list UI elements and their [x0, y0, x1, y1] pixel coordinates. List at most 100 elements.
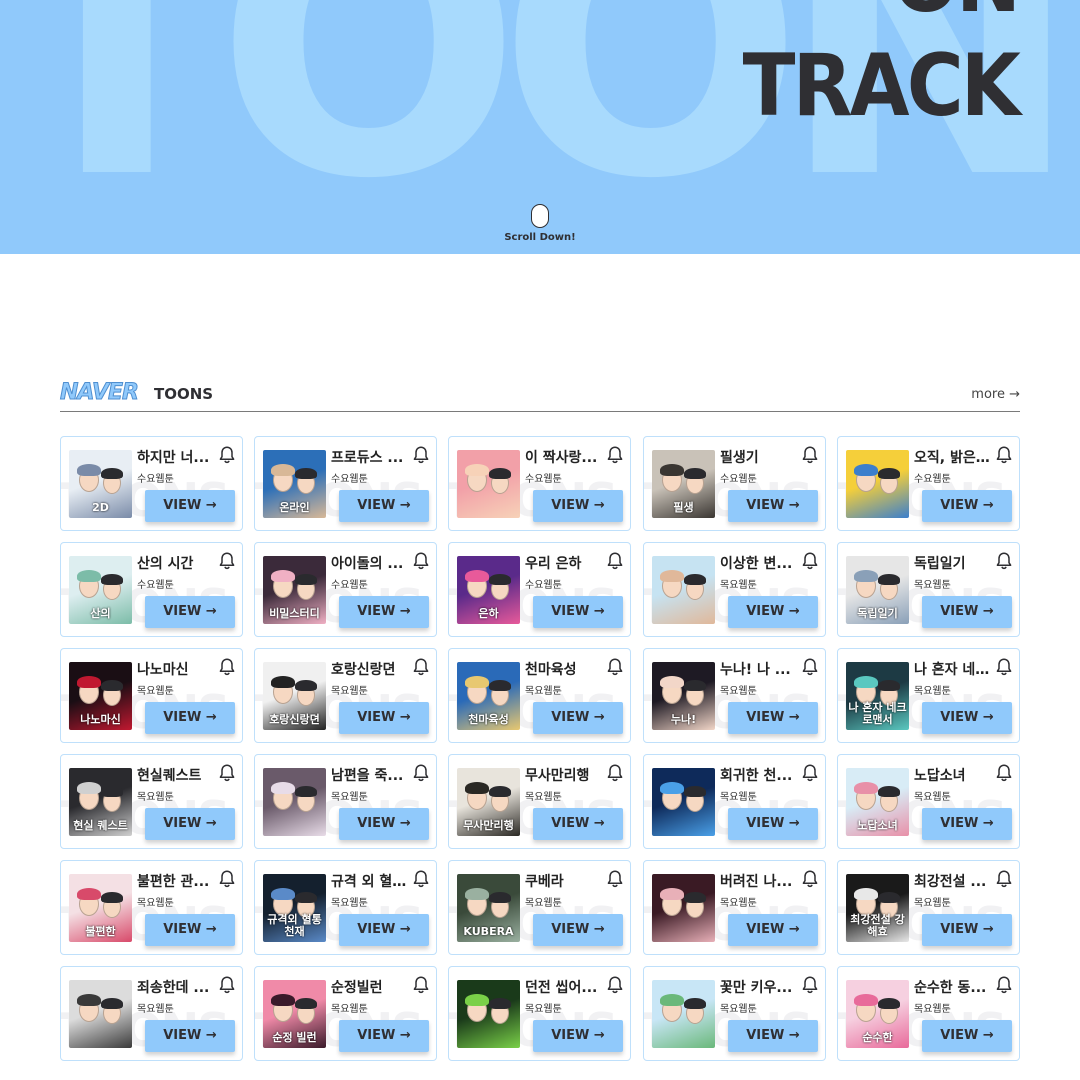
webtoon-card[interactable]: TOONS최강전설 강해효최강전설 ...목요웹툰VIEW →: [837, 860, 1020, 955]
view-button[interactable]: VIEW →: [533, 490, 623, 522]
bell-icon[interactable]: [218, 975, 236, 995]
webtoon-card[interactable]: TOONS노답소녀노답소녀목요웹툰VIEW →: [837, 754, 1020, 849]
bell-icon[interactable]: [801, 763, 819, 783]
bell-icon[interactable]: [606, 869, 624, 889]
view-button[interactable]: VIEW →: [145, 914, 235, 946]
webtoon-thumbnail[interactable]: [652, 874, 715, 942]
bell-icon[interactable]: [801, 445, 819, 465]
bell-icon[interactable]: [412, 763, 430, 783]
webtoon-card[interactable]: TOONS버려진 나...목요웹툰VIEW →: [643, 860, 826, 955]
bell-icon[interactable]: [995, 657, 1013, 677]
bell-icon[interactable]: [412, 657, 430, 677]
view-button[interactable]: VIEW →: [339, 914, 429, 946]
bell-icon[interactable]: [995, 445, 1013, 465]
view-button[interactable]: VIEW →: [922, 914, 1012, 946]
view-button[interactable]: VIEW →: [339, 1020, 429, 1052]
webtoon-thumbnail[interactable]: [457, 450, 520, 518]
webtoon-title[interactable]: 순정빌런: [331, 977, 407, 997]
webtoon-title[interactable]: 독립일기: [914, 553, 990, 573]
view-button[interactable]: VIEW →: [339, 702, 429, 734]
webtoon-title[interactable]: 죄송한데 ...: [137, 977, 213, 997]
webtoon-card[interactable]: TOONS규격외 혈통천재규격 외 혈...목요웹툰VIEW →: [254, 860, 437, 955]
view-button[interactable]: VIEW →: [339, 596, 429, 628]
webtoon-card[interactable]: TOONS비밀스터디아이돌의 ...수요웹툰VIEW →: [254, 542, 437, 637]
view-button[interactable]: VIEW →: [922, 1020, 1012, 1052]
webtoon-thumbnail[interactable]: 산의: [69, 556, 132, 624]
bell-icon[interactable]: [218, 657, 236, 677]
view-button[interactable]: VIEW →: [922, 702, 1012, 734]
webtoon-card[interactable]: TOONS던전 씹어...목요웹툰VIEW →: [448, 966, 631, 1061]
webtoon-thumbnail[interactable]: 나노마신: [69, 662, 132, 730]
bell-icon[interactable]: [218, 763, 236, 783]
webtoon-card[interactable]: TOONS죄송한데 ...목요웹툰VIEW →: [60, 966, 243, 1061]
webtoon-card[interactable]: TOONS순수한순수한 동...목요웹툰VIEW →: [837, 966, 1020, 1061]
bell-icon[interactable]: [218, 445, 236, 465]
webtoon-thumbnail[interactable]: [652, 768, 715, 836]
webtoon-card[interactable]: TOONS나노마신나노마신목요웹툰VIEW →: [60, 648, 243, 743]
webtoon-thumbnail[interactable]: 은하: [457, 556, 520, 624]
view-button[interactable]: VIEW →: [728, 808, 818, 840]
bell-icon[interactable]: [801, 869, 819, 889]
webtoon-title[interactable]: 쿠베라: [525, 871, 601, 891]
webtoon-card[interactable]: TOONS필생필생기수요웹툰VIEW →: [643, 436, 826, 531]
webtoon-thumbnail[interactable]: [652, 556, 715, 624]
webtoon-title[interactable]: 불편한 관...: [137, 871, 213, 891]
webtoon-card[interactable]: TOONS남편을 죽...목요웹툰VIEW →: [254, 754, 437, 849]
webtoon-thumbnail[interactable]: 비밀스터디: [263, 556, 326, 624]
webtoon-thumbnail[interactable]: 규격외 혈통천재: [263, 874, 326, 942]
bell-icon[interactable]: [218, 551, 236, 571]
webtoon-title[interactable]: 회귀한 천...: [720, 765, 796, 785]
webtoon-card[interactable]: TOONS2D하지만 너...수요웹툰VIEW →: [60, 436, 243, 531]
webtoon-title[interactable]: 아이돌의 ...: [331, 553, 407, 573]
bell-icon[interactable]: [412, 551, 430, 571]
view-button[interactable]: VIEW →: [922, 596, 1012, 628]
webtoon-card[interactable]: TOONSKUBERA쿠베라목요웹툰VIEW →: [448, 860, 631, 955]
webtoon-thumbnail[interactable]: 나 혼자 네크로맨서: [846, 662, 909, 730]
webtoon-thumbnail[interactable]: [69, 980, 132, 1048]
webtoon-thumbnail[interactable]: [652, 980, 715, 1048]
webtoon-title[interactable]: 천마육성: [525, 659, 601, 679]
view-button[interactable]: VIEW →: [728, 702, 818, 734]
webtoon-title[interactable]: 규격 외 혈...: [331, 871, 407, 891]
webtoon-title[interactable]: 나 혼자 네...: [914, 659, 990, 679]
webtoon-thumbnail[interactable]: 독립일기: [846, 556, 909, 624]
webtoon-card[interactable]: TOONS순정 빌런순정빌런목요웹툰VIEW →: [254, 966, 437, 1061]
webtoon-thumbnail[interactable]: 필생: [652, 450, 715, 518]
webtoon-thumbnail[interactable]: 순수한: [846, 980, 909, 1048]
webtoon-thumbnail[interactable]: 현실 퀘스트: [69, 768, 132, 836]
webtoon-title[interactable]: 오직, 밝은...: [914, 447, 990, 467]
bell-icon[interactable]: [412, 975, 430, 995]
webtoon-title[interactable]: 무사만리행: [525, 765, 601, 785]
webtoon-card[interactable]: TOONS산의산의 시간수요웹툰VIEW →: [60, 542, 243, 637]
webtoon-thumbnail[interactable]: 최강전설 강해효: [846, 874, 909, 942]
webtoon-card[interactable]: TOONS온라인프로듀스 ...수요웹툰VIEW →: [254, 436, 437, 531]
view-button[interactable]: VIEW →: [728, 914, 818, 946]
webtoon-title[interactable]: 필생기: [720, 447, 796, 467]
webtoon-thumbnail[interactable]: 천마육성: [457, 662, 520, 730]
webtoon-title[interactable]: 남편을 죽...: [331, 765, 407, 785]
view-button[interactable]: VIEW →: [145, 702, 235, 734]
view-button[interactable]: VIEW →: [339, 808, 429, 840]
view-button[interactable]: VIEW →: [533, 1020, 623, 1052]
bell-icon[interactable]: [801, 551, 819, 571]
webtoon-card[interactable]: TOONS천마육성천마육성목요웹툰VIEW →: [448, 648, 631, 743]
webtoon-card[interactable]: TOONS은하우리 은하수요웹툰VIEW →: [448, 542, 631, 637]
view-button[interactable]: VIEW →: [145, 596, 235, 628]
bell-icon[interactable]: [995, 763, 1013, 783]
webtoon-card[interactable]: TOONS현실 퀘스트현실퀘스트목요웹툰VIEW →: [60, 754, 243, 849]
view-button[interactable]: VIEW →: [145, 490, 235, 522]
view-button[interactable]: VIEW →: [533, 808, 623, 840]
webtoon-title[interactable]: 호랑신랑뎐: [331, 659, 407, 679]
webtoon-title[interactable]: 순수한 동...: [914, 977, 990, 997]
webtoon-thumbnail[interactable]: 호랑신랑뎐: [263, 662, 326, 730]
webtoon-title[interactable]: 나노마신: [137, 659, 213, 679]
webtoon-thumbnail[interactable]: 불편한: [69, 874, 132, 942]
webtoon-title[interactable]: 던전 씹어...: [525, 977, 601, 997]
bell-icon[interactable]: [218, 869, 236, 889]
bell-icon[interactable]: [412, 445, 430, 465]
webtoon-card[interactable]: TOONS이 짝사랑...수요웹툰VIEW →: [448, 436, 631, 531]
webtoon-card[interactable]: TOONS누나!누나! 나 ...목요웹툰VIEW →: [643, 648, 826, 743]
webtoon-thumbnail[interactable]: 순정 빌런: [263, 980, 326, 1048]
view-button[interactable]: VIEW →: [728, 490, 818, 522]
view-button[interactable]: VIEW →: [728, 1020, 818, 1052]
